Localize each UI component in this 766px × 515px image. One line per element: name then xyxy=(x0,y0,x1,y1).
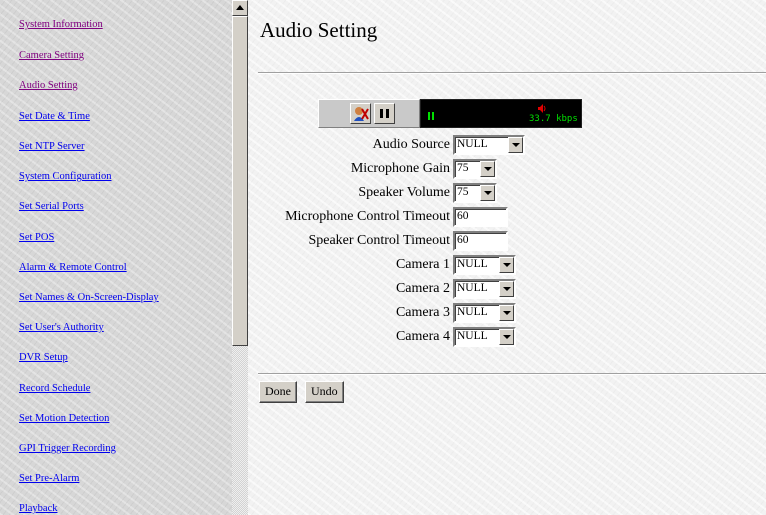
nav-link[interactable]: Playback xyxy=(19,503,58,514)
nav-link[interactable]: Set Date & Time xyxy=(19,111,90,122)
bitrate-readout: 33.7 kbps xyxy=(529,114,578,124)
top-divider xyxy=(258,72,766,74)
camera-4-row: Camera 4 NULL xyxy=(248,327,528,347)
nav-item-set-users-authority[interactable]: Set User's Authority xyxy=(19,322,104,334)
nav-item-set-serial-ports[interactable]: Set Serial Ports xyxy=(19,201,84,213)
nav-item-set-pos[interactable]: Set POS xyxy=(19,232,54,244)
main-content: Audio Setting 33.7 kbps Audio Source NUL… xyxy=(248,0,766,515)
microphone-timeout-value: 60 xyxy=(457,210,469,222)
microphone-gain-label: Microphone Gain xyxy=(350,161,450,176)
nav-link[interactable]: DVR Setup xyxy=(19,352,68,363)
nav-link[interactable]: Set Serial Ports xyxy=(19,201,84,212)
nav-link[interactable]: System Information xyxy=(19,19,103,30)
nav-item-dvr-setup[interactable]: DVR Setup xyxy=(19,352,68,364)
camera-2-label: Camera 2 xyxy=(395,281,450,296)
nav-scrollbar[interactable] xyxy=(232,0,248,515)
speaker-volume-value: 75 xyxy=(457,186,469,198)
camera-1-value: NULL xyxy=(457,258,488,270)
pause-icon xyxy=(380,109,389,118)
audio-player: 33.7 kbps xyxy=(318,99,582,128)
speaker-timeout-label: Speaker Control Timeout xyxy=(308,233,450,248)
nav-item-system-information[interactable]: System Information xyxy=(19,19,103,31)
nav-item-set-motion-detection[interactable]: Set Motion Detection xyxy=(19,413,109,425)
page-title: Audio Setting xyxy=(260,18,378,42)
nav-item-set-date-time[interactable]: Set Date & Time xyxy=(19,111,90,123)
nav-link[interactable]: Set Pre-Alarm xyxy=(19,473,79,484)
nav-item-playback[interactable]: Playback xyxy=(19,503,58,515)
nav-link[interactable]: Set NTP Server xyxy=(19,141,85,152)
nav-item-record-schedule[interactable]: Record Schedule xyxy=(19,383,90,395)
speaker-volume-select[interactable]: 75 xyxy=(453,183,497,203)
microphone-gain-row: Microphone Gain 75 xyxy=(248,159,508,179)
camera-3-value: NULL xyxy=(457,306,488,318)
nav-item-camera-setting[interactable]: Camera Setting xyxy=(19,50,84,62)
camera-2-row: Camera 2 NULL xyxy=(248,279,528,299)
chevron-down-icon[interactable] xyxy=(499,257,514,273)
nav-link[interactable]: Audio Setting xyxy=(19,80,78,91)
bottom-divider xyxy=(258,373,766,375)
nav-link[interactable]: System Configuration xyxy=(19,171,111,182)
microphone-timeout-label: Microphone Control Timeout xyxy=(285,209,450,224)
scrollbar-thumb[interactable] xyxy=(232,16,248,346)
nav-link[interactable]: Camera Setting xyxy=(19,50,84,61)
audio-source-select[interactable]: NULL xyxy=(453,135,525,155)
microphone-timeout-row: Microphone Control Timeout 60 xyxy=(248,207,513,227)
nav-link[interactable]: GPI Trigger Recording xyxy=(19,443,116,454)
speaker-icon xyxy=(538,104,546,113)
camera-1-row: Camera 1 NULL xyxy=(248,255,528,275)
chevron-down-icon[interactable] xyxy=(499,305,514,321)
speaker-volume-label: Speaker Volume xyxy=(358,185,450,200)
speaker-volume-row: Speaker Volume 75 xyxy=(248,183,508,203)
camera-3-select[interactable]: NULL xyxy=(453,303,516,323)
audio-source-label: Audio Source xyxy=(372,137,450,152)
nav-link[interactable]: Set Motion Detection xyxy=(19,413,109,424)
player-display: 33.7 kbps xyxy=(420,99,582,128)
nav-item-set-names-osd[interactable]: Set Names & On-Screen-Display xyxy=(19,292,159,304)
nav-item-audio-setting[interactable]: Audio Setting xyxy=(19,80,78,92)
nav-item-set-ntp-server[interactable]: Set NTP Server xyxy=(19,141,85,153)
chevron-down-icon[interactable] xyxy=(508,137,523,153)
camera-2-value: NULL xyxy=(457,282,488,294)
chevron-down-icon[interactable] xyxy=(480,185,495,201)
nav-link[interactable]: Record Schedule xyxy=(19,383,90,394)
nav-item-set-pre-alarm[interactable]: Set Pre-Alarm xyxy=(19,473,79,485)
camera-1-label: Camera 1 xyxy=(395,257,450,272)
microphone-gain-select[interactable]: 75 xyxy=(453,159,497,179)
microphone-gain-value: 75 xyxy=(457,162,469,174)
chevron-down-icon[interactable] xyxy=(480,161,495,177)
audio-source-row: Audio Source NULL xyxy=(248,135,528,155)
player-controls xyxy=(318,99,420,128)
camera-2-select[interactable]: NULL xyxy=(453,279,516,299)
audio-source-value: NULL xyxy=(457,138,488,150)
speaker-timeout-input[interactable]: 60 xyxy=(453,231,508,251)
level-meter-icon xyxy=(428,107,436,125)
pause-button[interactable] xyxy=(374,103,395,124)
nav-item-system-configuration[interactable]: System Configuration xyxy=(19,171,111,183)
chevron-down-icon[interactable] xyxy=(499,281,514,297)
done-button[interactable]: Done xyxy=(259,381,297,403)
undo-button[interactable]: Undo xyxy=(305,381,344,403)
navigation-frame: System Information Camera Setting Audio … xyxy=(0,0,232,515)
speaker-timeout-row: Speaker Control Timeout 60 xyxy=(248,231,513,251)
talk-button[interactable] xyxy=(350,103,371,124)
microphone-timeout-input[interactable]: 60 xyxy=(453,207,508,227)
nav-link[interactable]: Alarm & Remote Control xyxy=(19,262,127,273)
nav-item-gpi-trigger-recording[interactable]: GPI Trigger Recording xyxy=(19,443,116,455)
nav-link[interactable]: Set Names & On-Screen-Display xyxy=(19,292,159,303)
chevron-down-icon[interactable] xyxy=(499,329,514,345)
talk-icon xyxy=(354,107,369,121)
scroll-up-button[interactable] xyxy=(232,0,248,16)
camera-3-row: Camera 3 NULL xyxy=(248,303,528,323)
camera-4-value: NULL xyxy=(457,330,488,342)
camera-4-select[interactable]: NULL xyxy=(453,327,516,347)
camera-3-label: Camera 3 xyxy=(395,305,450,320)
camera-1-select[interactable]: NULL xyxy=(453,255,516,275)
arrow-up-icon xyxy=(236,5,244,10)
camera-4-label: Camera 4 xyxy=(395,329,450,344)
nav-link[interactable]: Set POS xyxy=(19,232,54,243)
speaker-timeout-value: 60 xyxy=(457,234,469,246)
nav-item-alarm-remote-control[interactable]: Alarm & Remote Control xyxy=(19,262,127,274)
nav-link[interactable]: Set User's Authority xyxy=(19,322,104,333)
